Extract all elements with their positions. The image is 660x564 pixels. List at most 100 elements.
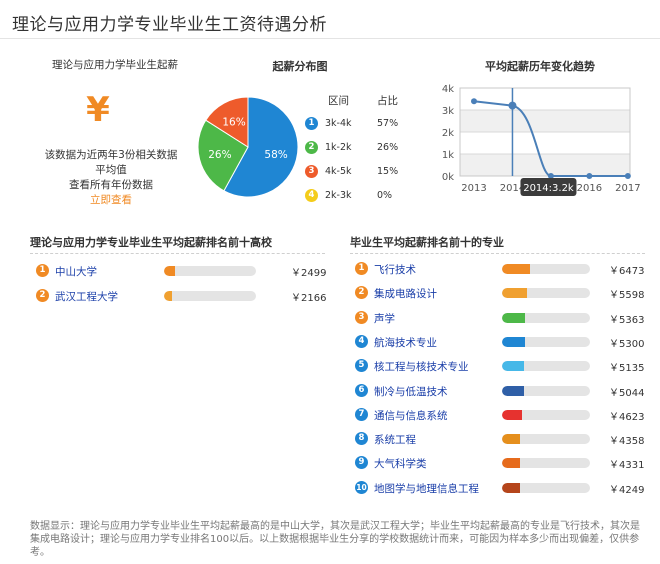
rank-number-badge: 2 (36, 289, 49, 302)
rank-value: ￥4358 (609, 436, 645, 448)
major-ranking-title: 毕业生平均起薪排名前十的专业 (350, 236, 504, 249)
grid-band (460, 110, 630, 132)
distribution-col-pct: 占比 (377, 95, 398, 107)
distribution-range: 3k-4k (325, 118, 352, 129)
rank-value: ￥5300 (609, 338, 645, 350)
page-title: 理论与应用力学专业毕业生工资待遇分析 (12, 15, 327, 35)
rank-name-link[interactable]: 飞行技术 (374, 262, 416, 277)
trend-point[interactable] (508, 101, 517, 110)
rank-bar-track (502, 288, 590, 299)
distribution-range: 1k-2k (325, 142, 352, 153)
rank-value: ￥4623 (609, 411, 645, 423)
rank-bar-track (502, 434, 590, 445)
trend-tooltip: 2014:3.2k (520, 178, 577, 196)
distribution-range: 4k-5k (325, 166, 352, 177)
rank-bar-fill (502, 336, 525, 347)
distribution-percent: 26% (377, 142, 399, 153)
rank-name-link[interactable]: 核工程与核技术专业 (374, 359, 469, 374)
y-tick-label: 0k (442, 172, 454, 183)
rank-bar-fill (502, 312, 525, 323)
rank-number-badge: 1 (36, 264, 49, 277)
ranking-row: 7 通信与信息系统 ￥4623 (355, 407, 655, 425)
ranking-row: 2 集成电路设计 ￥5598 (355, 285, 655, 303)
distribution-number-badge: 3 (305, 165, 318, 178)
distribution-number-badge: 1 (305, 117, 318, 130)
rank-number-badge: 10 (355, 480, 368, 494)
y-tick-label: 1k (442, 150, 454, 161)
distribution-number-badge: 4 (305, 189, 318, 202)
rank-name-link[interactable]: 大气科学类 (374, 456, 427, 471)
trend-point[interactable] (471, 98, 477, 105)
distribution-row: 3 4k-5k 15% (305, 164, 405, 180)
distribution-percent: 57% (377, 118, 399, 129)
distribution-percent: 15% (377, 166, 399, 177)
rank-bar-track (502, 458, 590, 469)
pie-slice-label: 16% (222, 117, 245, 129)
distribution-row: 2 1k-2k 26% (305, 140, 405, 156)
ranking-row: 2 武汉工程大学 ￥2166 (36, 288, 336, 306)
trend-point[interactable] (586, 173, 593, 179)
rank-value: ￥5363 (609, 314, 645, 326)
pie-slice-label: 58% (264, 149, 287, 161)
rank-name-link[interactable]: 声学 (374, 311, 395, 326)
rank-bar-track (164, 291, 256, 301)
ranking-row: 8 系统工程 ￥4358 (355, 431, 655, 449)
rank-number-badge: 3 (355, 310, 368, 324)
y-tick-label: 4k (442, 84, 454, 95)
salary-title: 理论与应用力学毕业生起薪 (52, 59, 178, 71)
rank-value: ￥5044 (609, 387, 645, 399)
pie-slice-label: 26% (208, 149, 231, 161)
salary-trend-chart: 0k1k2k3k4k201320142015201620172014:3.2k (442, 84, 641, 196)
rank-bar-fill (502, 482, 521, 493)
rank-name-link[interactable]: 武汉工程大学 (55, 289, 118, 304)
rank-bar-fill (502, 288, 527, 299)
ranking-row: 1 中山大学 ￥2499 (36, 263, 336, 281)
trend-chart-title: 平均起薪历年变化趋势 (485, 60, 595, 73)
rank-number-badge: 6 (355, 383, 368, 397)
distribution-row: 1 3k-4k 57% (305, 116, 405, 132)
rank-name-link[interactable]: 地图学与地理信息工程 (374, 481, 479, 496)
rank-bar-fill (502, 409, 523, 420)
grid-band (460, 132, 630, 154)
ranking-row: 5 核工程与核技术专业 ￥5135 (355, 358, 655, 376)
rank-bar-track (502, 361, 590, 372)
x-tick-label: 2013 (461, 183, 486, 194)
rank-number-badge: 8 (355, 432, 368, 446)
rank-name-link[interactable]: 制冷与低温技术 (374, 384, 448, 399)
tooltip-text: 2014:3.2k (523, 183, 574, 194)
rank-name-link[interactable]: 通信与信息系统 (374, 408, 448, 423)
rank-bar-fill (164, 266, 176, 276)
rank-name-link[interactable]: 集成电路设计 (374, 286, 437, 301)
salary-desc-line: 平均值 (95, 164, 127, 176)
rank-value: ￥6473 (609, 266, 645, 277)
university-ranking-title: 理论与应用力学专业毕业生平均起薪排名前十高校 (30, 236, 272, 249)
rank-value: ￥5135 (609, 363, 645, 375)
rank-number-badge: 7 (355, 407, 368, 421)
rank-bar-fill (502, 458, 521, 469)
rank-bar-track (502, 336, 590, 347)
rank-bar-fill (502, 434, 521, 445)
view-now-link[interactable]: 立即查看 (26, 193, 196, 208)
rank-bar-fill (502, 385, 524, 396)
rank-value: ￥2499 (291, 268, 327, 279)
rank-name-link[interactable]: 中山大学 (55, 264, 97, 279)
rank-bar-fill (164, 291, 173, 301)
rank-bar-track (502, 264, 590, 274)
rank-bar-track (502, 409, 590, 420)
ranking-row: 1 飞行技术 ￥6473 (355, 261, 655, 279)
salary-distribution-pie: 58% 26% 16% (197, 96, 299, 198)
rank-name-link[interactable]: 航海技术专业 (374, 335, 437, 350)
ranking-row: 3 声学 ￥5363 (355, 310, 655, 328)
ranking-row: 9 大气科学类 ￥4331 (355, 455, 655, 473)
distribution-range: 2k-3k (325, 190, 352, 201)
distribution-col-range: 区间 (328, 95, 349, 107)
ranking-row: 4 航海技术专业 ￥5300 (355, 334, 655, 352)
rank-bar-fill (502, 264, 531, 274)
rank-value: ￥5598 (609, 290, 645, 302)
grid-band (460, 154, 630, 176)
x-tick-label: 2017 (615, 183, 640, 194)
y-tick-label: 3k (442, 106, 454, 117)
rank-name-link[interactable]: 系统工程 (374, 432, 416, 447)
ranking-row: 6 制冷与低温技术 ￥5044 (355, 383, 655, 401)
trend-point[interactable] (624, 173, 631, 179)
